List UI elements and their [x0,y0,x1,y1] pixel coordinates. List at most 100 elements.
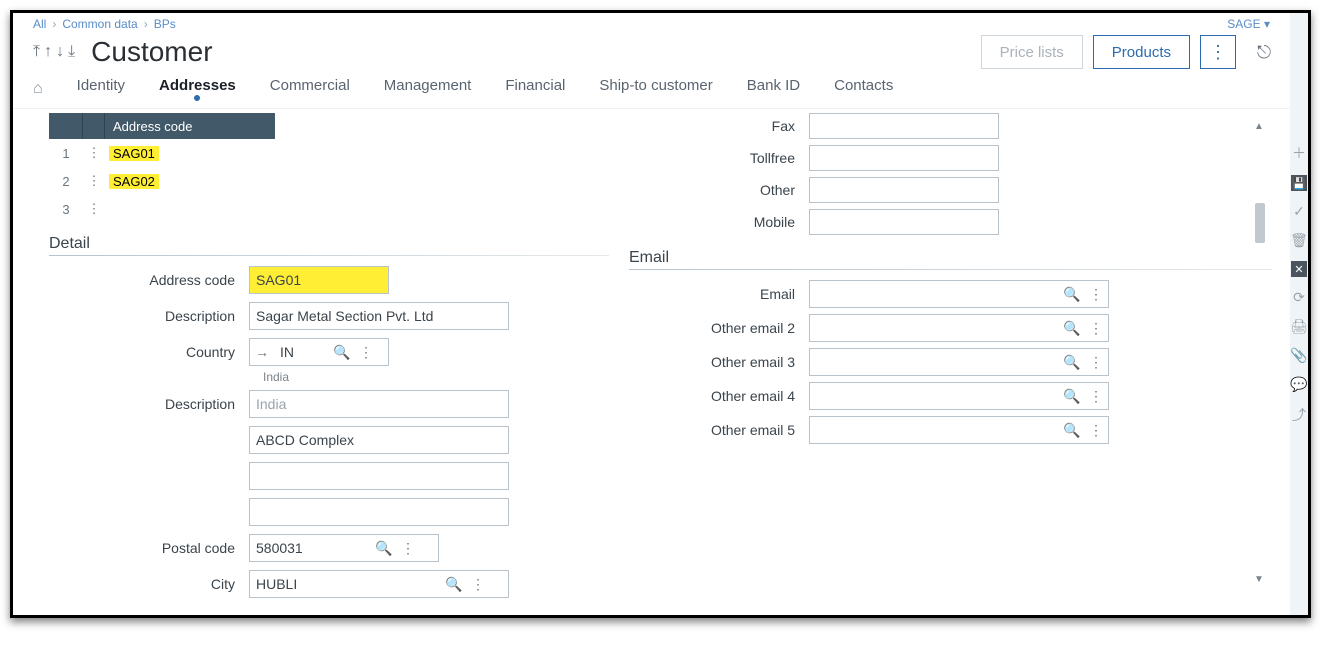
email3-field[interactable] [810,349,1060,375]
grid-row-num: 2 [49,174,83,189]
search-icon[interactable]: 🔍 [1060,422,1084,439]
label-email4: Other email 4 [629,388,809,404]
country-field[interactable] [274,339,330,365]
search-icon[interactable]: 🔍 [442,576,466,593]
description-field[interactable] [249,302,509,330]
search-icon[interactable]: 🔍 [1060,388,1084,405]
goto-icon[interactable]: → [250,344,274,360]
email2-field[interactable] [810,315,1060,341]
nav-last-icon[interactable]: ⤓ [68,43,75,61]
postal-code-field[interactable] [250,535,372,561]
vertical-scrollbar[interactable] [1254,123,1266,583]
email5-field[interactable] [810,417,1060,443]
products-button[interactable]: Products [1093,35,1190,69]
comment-icon[interactable]: 💬 [1290,376,1307,393]
page-title: Customer [91,36,212,68]
label-description2: Description [49,396,249,412]
label-postal: Postal code [49,540,249,556]
attach-icon[interactable]: 📎 [1290,347,1307,364]
label-city: City [49,576,249,592]
close-icon[interactable]: ✕ [1291,261,1307,277]
check-icon[interactable]: ✓ [1293,203,1305,220]
row-actions-icon[interactable]: ⋮ [83,145,105,161]
more-icon[interactable]: ⋮ [354,344,378,361]
bc-sep: › [52,17,56,31]
grid-header-address-code: Address code [105,113,275,139]
tab-financial[interactable]: Financial [505,77,565,100]
bc-bps[interactable]: BPs [154,17,176,31]
search-icon[interactable]: 🔍 [1060,286,1084,303]
country-name: India [263,370,609,384]
grid-cell[interactable]: SAG02 [105,174,275,189]
tab-commercial[interactable]: Commercial [270,77,350,100]
more-icon[interactable]: ⋮ [1084,286,1108,303]
tab-contacts[interactable]: Contacts [834,77,893,100]
tab-bankid[interactable]: Bank ID [747,77,800,100]
section-separator [49,255,609,256]
email-field[interactable] [810,281,1060,307]
label-mobile: Mobile [629,214,809,230]
more-icon[interactable]: ⋮ [1084,354,1108,371]
tollfree-field[interactable] [809,145,999,171]
search-icon[interactable]: 🔍 [1060,354,1084,371]
label-email: Email [629,286,809,302]
delete-icon[interactable]: 🗑 [1290,232,1308,249]
nav-first-icon[interactable]: ⤒ [33,43,40,61]
row-actions-icon[interactable]: ⋮ [83,173,105,189]
row-actions-icon[interactable]: ⋮ [83,201,105,217]
more-icon[interactable]: ⋮ [396,540,420,557]
tab-addresses[interactable]: Addresses [159,77,236,100]
address-code-grid: Address code 1 ⋮ SAG01 2 ⋮ SAG02 3 ⋮ [49,113,609,223]
section-detail-title: Detail [49,235,609,253]
home-icon[interactable]: ⌂ [33,80,43,98]
label-email2: Other email 2 [629,320,809,336]
tab-shipto[interactable]: Ship-to customer [599,77,712,100]
more-icon[interactable]: ⋮ [1084,422,1108,439]
breadcrumb: All › Common data › BPs SAGE ▾ [13,13,1290,31]
title-bar: ⤒ ↑ ↓ ⤓ Customer Price lists Products ⋮ … [13,31,1290,77]
grid-cell[interactable]: SAG01 [105,146,275,161]
label-description: Description [49,308,249,324]
label-fax: Fax [629,118,809,134]
print-icon[interactable]: 🖨 [1290,318,1308,335]
search-icon[interactable]: 🔍 [1060,320,1084,337]
export-icon[interactable]: ⤴ [1292,405,1306,425]
address-line1-field[interactable] [249,426,509,454]
search-icon[interactable]: 🔍 [372,540,396,557]
user-menu[interactable]: SAGE ▾ [1227,17,1270,31]
label-email3: Other email 3 [629,354,809,370]
address-line3-field[interactable] [249,498,509,526]
grid-row-num: 3 [49,202,83,217]
add-icon[interactable]: ＋ [1292,143,1306,163]
bc-common[interactable]: Common data [62,17,137,31]
address-line2-field[interactable] [249,462,509,490]
more-icon[interactable]: ⋮ [1084,320,1108,337]
nav-prev-icon[interactable]: ↑ [44,43,52,61]
bc-all[interactable]: All [33,17,46,31]
refresh-icon[interactable]: ⟳ [1293,289,1305,306]
address-code-field[interactable] [249,266,389,294]
section-separator [629,269,1272,270]
tab-management[interactable]: Management [384,77,472,100]
search-icon[interactable]: 🔍 [330,344,354,361]
more-actions-button[interactable]: ⋮ [1200,35,1236,69]
fax-field[interactable] [809,113,999,139]
other-phone-field[interactable] [809,177,999,203]
nav-next-icon[interactable]: ↓ [56,43,64,61]
country-desc-field[interactable] [249,390,509,418]
save-icon[interactable]: 💾 [1291,175,1307,191]
mobile-field[interactable] [809,209,999,235]
grid-row-num: 1 [49,146,83,161]
grid-corner [49,113,83,139]
label-other: Other [629,182,809,198]
exit-icon[interactable]: ⎋ [1250,35,1278,69]
city-field[interactable] [250,571,442,597]
label-tollfree: Tollfree [629,150,809,166]
bc-sep: › [144,17,148,31]
more-icon[interactable]: ⋮ [466,576,490,593]
section-email-title: Email [629,249,1272,267]
email4-field[interactable] [810,383,1060,409]
more-icon[interactable]: ⋮ [1084,388,1108,405]
tab-identity[interactable]: Identity [77,77,125,100]
tab-strip: ⌂ Identity Addresses Commercial Manageme… [13,77,1290,109]
